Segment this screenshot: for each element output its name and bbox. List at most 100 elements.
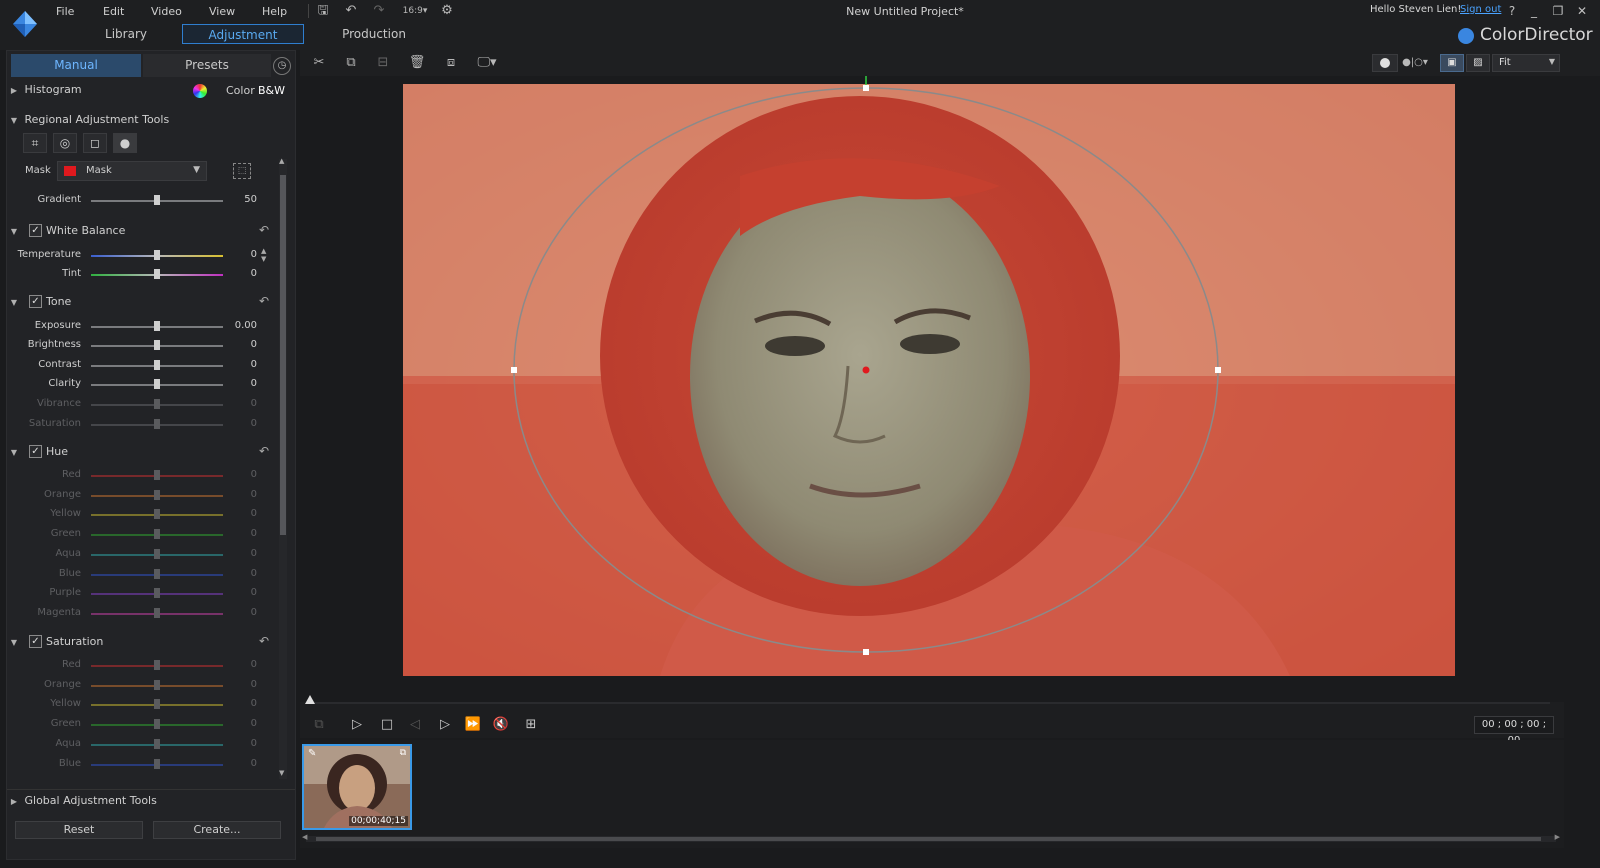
scroll-left-icon[interactable]: ◀ [302,833,307,841]
brightness-value[interactable]: 0 [233,339,257,350]
timecode-display[interactable]: 00 ; 00 ; 00 ; 00 [1474,716,1554,746]
restore-icon[interactable]: ❐ [1550,3,1566,19]
mask-handle-right[interactable] [1215,367,1221,373]
scrollbar-thumb[interactable] [316,837,1541,841]
edit-pencil-icon[interactable]: ✎ [308,748,316,759]
stepper-icon[interactable]: ▲ ▼ [261,247,266,263]
mask-center-point[interactable] [862,366,870,374]
sign-out-link[interactable]: Sign out [1460,4,1501,15]
split-view-icon[interactable]: ▣ [1440,54,1464,72]
hue-reset-icon[interactable]: ↶ [259,444,269,458]
split-icon[interactable]: ✂ [310,55,328,71]
tint-value[interactable]: 0 [233,268,257,279]
tab-presets[interactable]: Presets [143,54,271,77]
gradient-label: Gradient [37,194,81,205]
delete-icon[interactable]: 🗑 [408,55,426,71]
scroll-up-icon[interactable]: ▲ [279,157,284,165]
slider-thumb[interactable] [154,321,160,331]
clarity-value[interactable]: 0 [233,378,257,389]
clarity-slider[interactable]: Clarity 0 [7,376,277,394]
slider-thumb[interactable] [154,269,160,279]
history-icon[interactable]: ◷ [273,57,291,75]
seek-bar[interactable] [310,702,1550,704]
tab-library[interactable]: Library [94,24,158,44]
mute-icon[interactable]: 🔇 [492,716,510,734]
white-balance-reset-icon[interactable]: ↶ [259,223,269,237]
timeline-scrollbar[interactable]: ◀ ▶ [302,833,1560,842]
panel-scrollbar[interactable]: ▲ ▼ [279,157,287,779]
tab-adjustment[interactable]: Adjustment [182,24,304,44]
mask-handle-left[interactable] [511,367,517,373]
preview-viewer[interactable] [300,76,1564,702]
global-tools-header[interactable]: ▶ Global Adjustment Tools [7,789,295,811]
tab-production[interactable]: Production [334,24,414,44]
slider-thumb[interactable] [154,340,160,350]
zoom-dropdown[interactable]: Fit ▼ [1492,54,1560,72]
merge-icon[interactable]: ⊟ [374,55,392,71]
brush-tool-icon[interactable]: ⌗ [23,133,47,153]
mask-handle-top[interactable] [863,85,869,91]
contrast-value[interactable]: 0 [233,359,257,370]
close-icon[interactable]: ✕ [1574,3,1590,19]
gradient-value[interactable]: 50 [233,194,257,205]
temperature-slider[interactable]: Temperature 0 ▲ ▼ [7,247,277,265]
trim-icon[interactable]: ⧉ [342,55,360,71]
color-wheel-icon[interactable] [193,84,207,98]
saturation-yellow-slider: Yellow 0 [7,696,277,714]
histogram-color-toggle[interactable]: Color [226,84,255,97]
create-button[interactable]: Create... [153,821,281,839]
scroll-down-icon[interactable]: ▼ [279,769,284,777]
tone-reset-icon[interactable]: ↶ [259,294,269,308]
mark-in-icon[interactable]: ⧉ [310,716,328,734]
full-view-icon[interactable]: ▨ [1466,54,1490,72]
clip-duration: 00;00;40;15 [349,816,408,826]
single-view-button[interactable] [1372,54,1398,72]
crop-icon[interactable]: ⧈ [442,55,460,71]
mask-overlay-toggle-icon[interactable]: ⬚ [233,163,251,179]
gradient-slider[interactable]: Gradient 50 [7,192,277,210]
tone-checkbox[interactable]: ✓ [29,295,42,308]
hue-checkbox[interactable]: ✓ [29,445,42,458]
minimize-icon[interactable]: _ [1526,3,1542,19]
radial-gradient-icon[interactable]: ● [113,133,137,153]
previous-frame-icon[interactable]: ◁ [406,716,424,734]
mask-dropdown[interactable]: Mask ▼ [57,161,207,181]
slider-thumb[interactable] [154,379,160,389]
reset-button[interactable]: Reset [15,821,143,839]
compare-view-icon[interactable]: ●|○▾ [1400,55,1430,71]
saturation-checkbox[interactable]: ✓ [29,635,42,648]
preview-canvas[interactable] [300,76,1564,702]
saturation-slider-value: 0 [250,678,257,690]
collapse-arrow-icon: ▼ [10,116,18,125]
exposure-slider[interactable]: Exposure 0.00 [7,318,277,336]
tab-manual[interactable]: Manual [11,54,141,77]
saturation-reset-icon[interactable]: ↶ [259,634,269,648]
fast-forward-icon[interactable]: ⏩ [464,716,482,734]
help-button[interactable]: ? [1504,3,1520,19]
contrast-slider[interactable]: Contrast 0 [7,357,277,375]
white-balance-checkbox[interactable]: ✓ [29,224,42,237]
scroll-right-icon[interactable]: ▶ [1555,833,1560,841]
playhead-icon[interactable] [305,695,315,704]
display-icon[interactable]: 🖵▾ [474,55,500,71]
mask-handle-bottom[interactable] [863,649,869,655]
brightness-slider[interactable]: Brightness 0 [7,337,277,355]
temperature-value[interactable]: 0 [233,249,257,260]
scrollbar-thumb[interactable] [280,175,286,535]
contrast-label: Contrast [38,359,81,370]
slider-thumb[interactable] [154,360,160,370]
slider-thumb[interactable] [154,195,160,205]
slider-thumb[interactable] [154,250,160,260]
tint-slider[interactable]: Tint 0 [7,266,277,284]
exposure-value[interactable]: 0.00 [233,320,257,331]
linear-gradient-icon[interactable]: ◻ [83,133,107,153]
stop-icon[interactable]: □ [378,716,396,734]
clip-thumbnail[interactable]: ✎ ⧉ 00;00;40;15 [302,744,412,830]
next-frame-icon[interactable]: ▷ [436,716,454,734]
play-icon[interactable]: ▷ [348,716,366,734]
snapshot-icon[interactable]: ⊞ [522,716,540,734]
regional-tools-header[interactable]: ▼ Regional Adjustment Tools [7,109,295,131]
hue-slider-value: 0 [250,547,257,559]
histogram-bw-toggle[interactable]: B&W [258,84,285,97]
target-tool-icon[interactable]: ◎ [53,133,77,153]
